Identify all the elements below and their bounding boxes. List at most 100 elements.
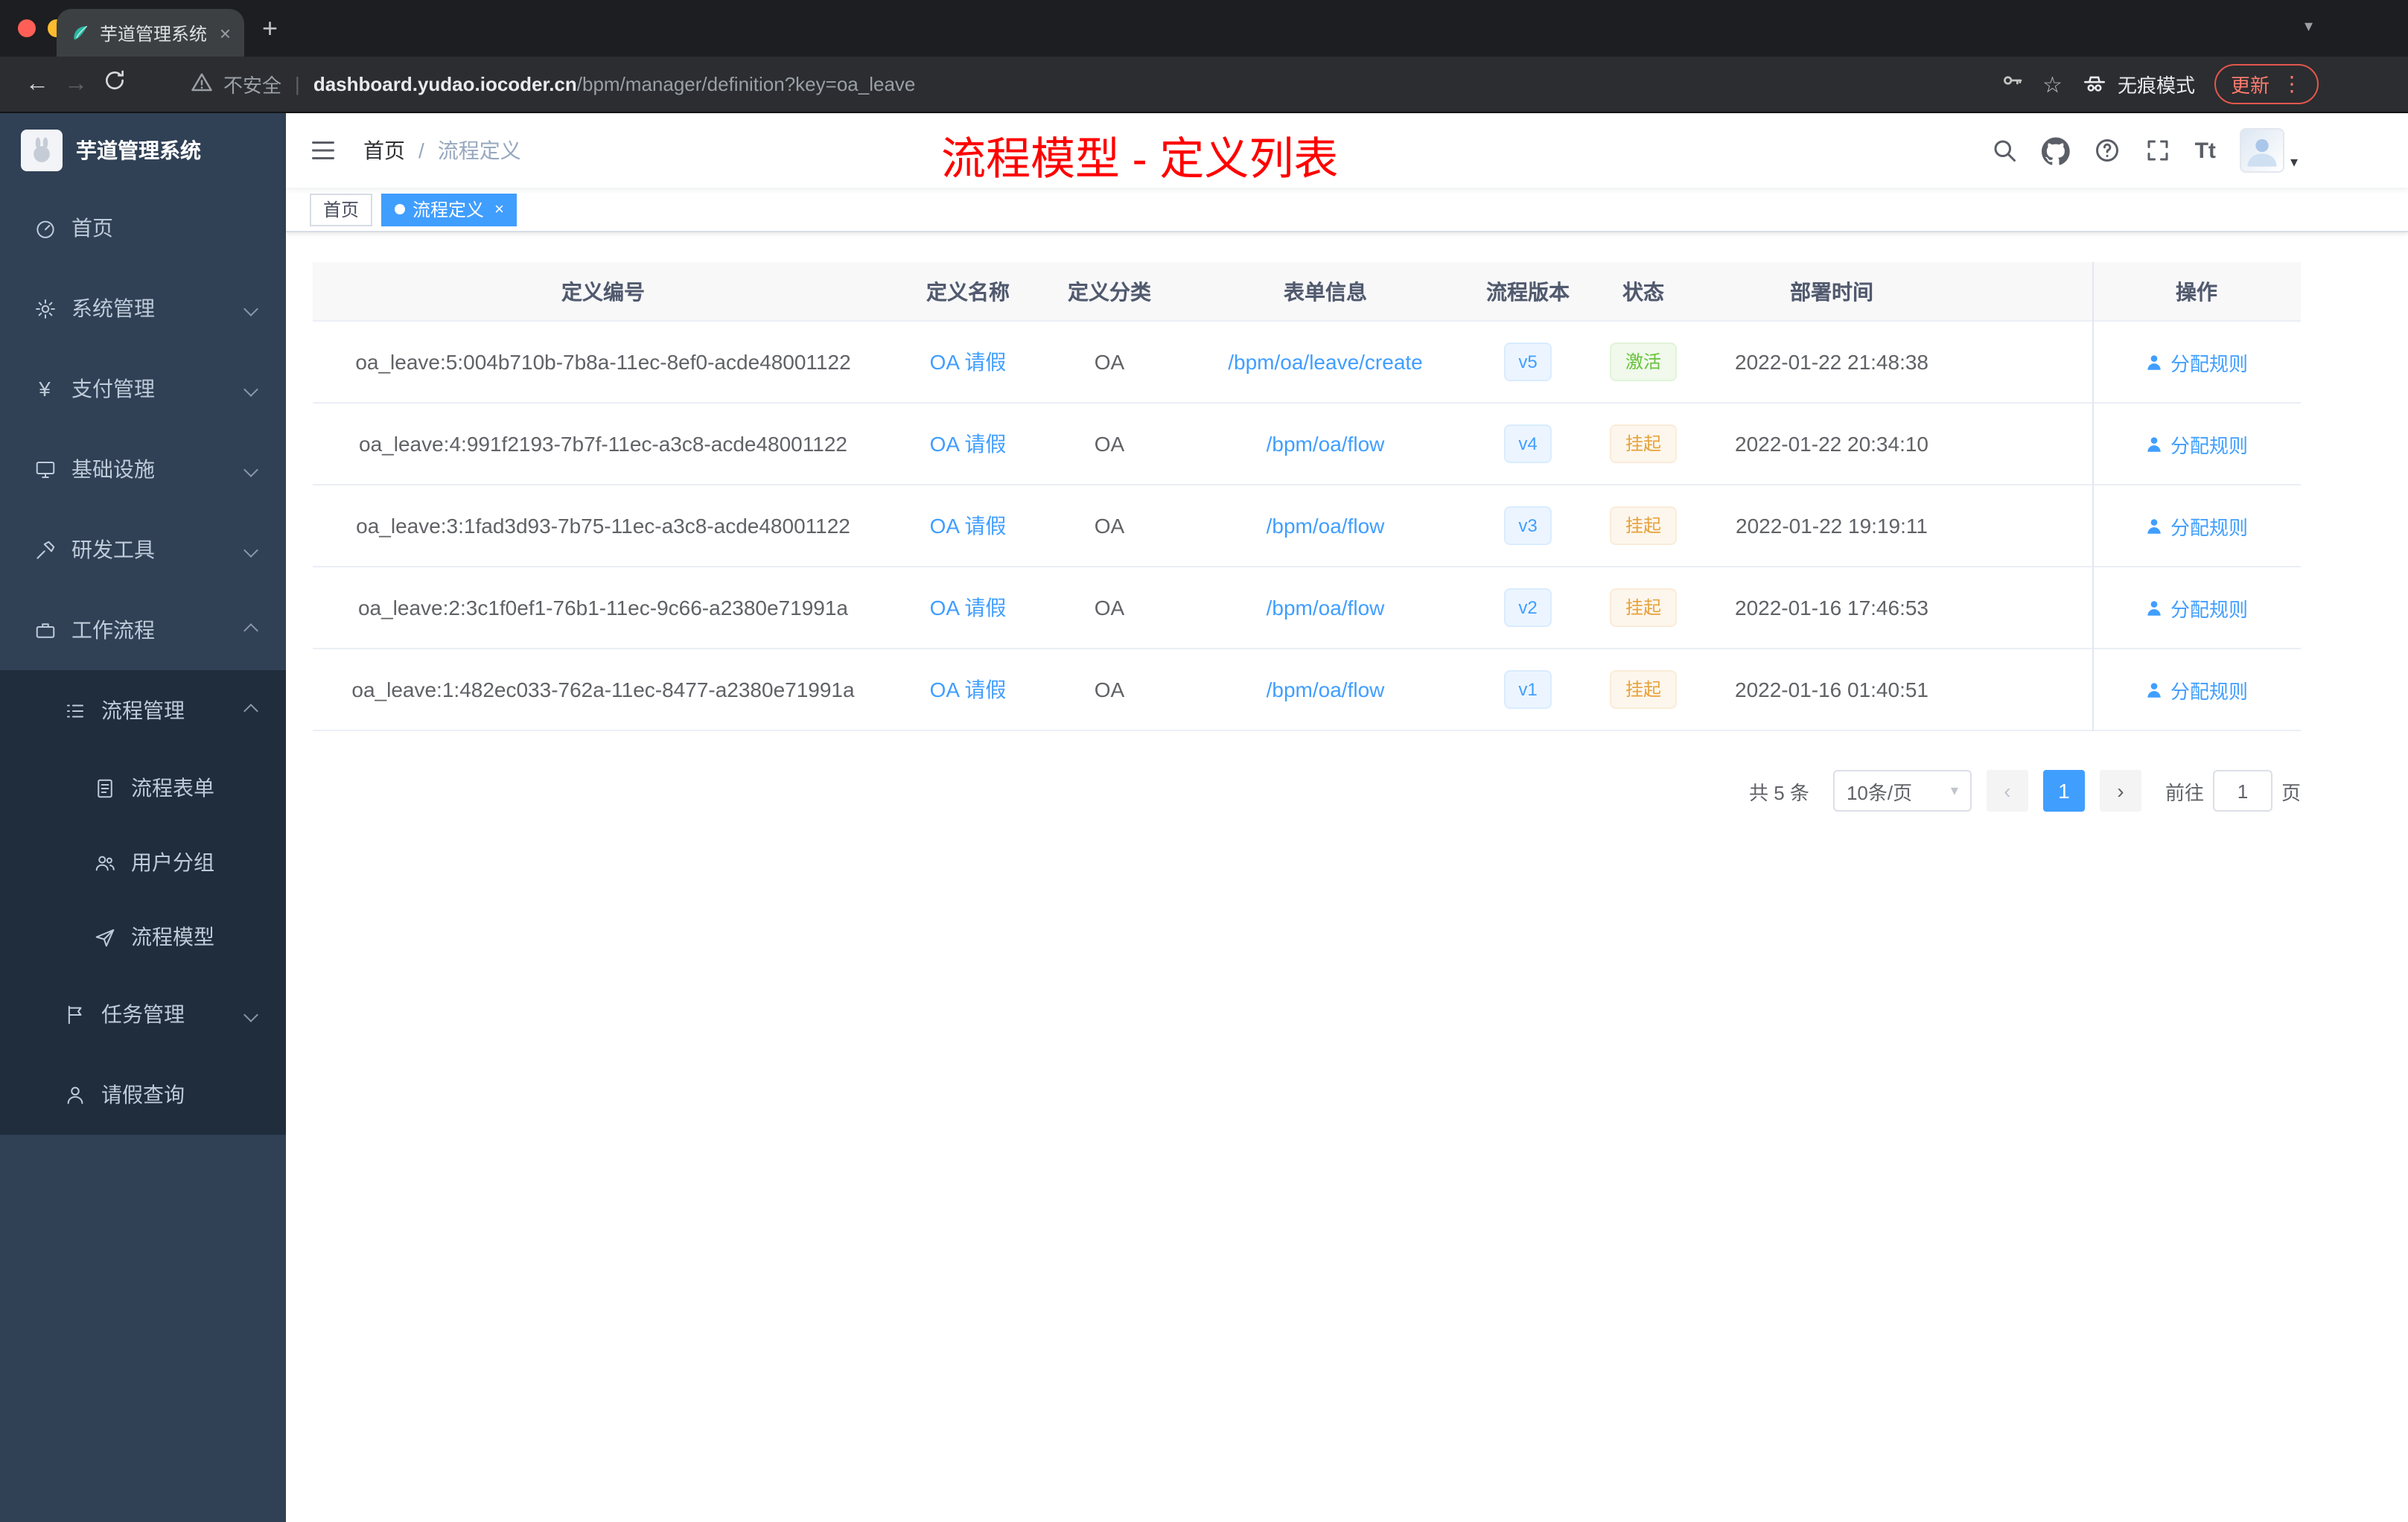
- form-link[interactable]: /bpm/oa/flow: [1267, 514, 1385, 538]
- close-window-button[interactable]: [18, 19, 36, 37]
- chevron-up-icon: [243, 623, 258, 637]
- password-key-icon[interactable]: [1999, 69, 2023, 100]
- search-icon[interactable]: [1991, 137, 2018, 164]
- browser-toolbar: ← → 不安全 | dashboard.yudao.iocoder.cn/bpm…: [0, 57, 2408, 113]
- forward-icon[interactable]: →: [57, 71, 95, 98]
- cell-time: 2022-01-16 01:40:51: [1735, 678, 1928, 701]
- back-icon[interactable]: ←: [18, 71, 57, 98]
- sidebar-item-system[interactable]: 系统管理: [0, 268, 286, 348]
- goto-unit-label: 页: [2281, 781, 2301, 803]
- col-header-id: 定义编号: [561, 279, 645, 303]
- prev-page-button[interactable]: ‹: [1986, 770, 2028, 812]
- font-size-icon[interactable]: Tt: [2195, 138, 2216, 163]
- tool-icon: [33, 538, 57, 561]
- sidebar-item-payment[interactable]: ¥ 支付管理: [0, 348, 286, 429]
- sidebar-item-process-form[interactable]: 流程表单: [0, 751, 286, 825]
- active-dot: [395, 204, 406, 214]
- assign-rule-button[interactable]: 分配规则: [2145, 430, 2248, 458]
- tag-close-icon[interactable]: ×: [494, 200, 504, 218]
- page-size-select[interactable]: 10条/页 ▾: [1832, 770, 1972, 812]
- assign-rule-button[interactable]: 分配规则: [2145, 512, 2248, 540]
- next-page-button[interactable]: ›: [2099, 770, 2141, 812]
- reload-icon[interactable]: [95, 69, 134, 100]
- version-badge: v3: [1503, 506, 1552, 545]
- assign-rule-button[interactable]: 分配规则: [2145, 675, 2248, 704]
- table-row: oa_leave:2:3c1f0ef1-76b1-11ec-9c66-a2380…: [313, 567, 2301, 649]
- definition-name-link[interactable]: OA 请假: [930, 596, 1007, 620]
- table-row: oa_leave:5:004b710b-7b8a-11ec-8ef0-acde4…: [313, 322, 2301, 404]
- goto-page-input[interactable]: [2212, 770, 2272, 812]
- breadcrumb: 首页 / 流程定义: [363, 136, 521, 165]
- sidebar-item-leave-query[interactable]: 请假查询: [0, 1054, 286, 1135]
- cell-category: OA: [1094, 514, 1125, 538]
- sidebar-item-workflow[interactable]: 工作流程: [0, 590, 286, 670]
- table-row: oa_leave:1:482ec033-762a-11ec-8477-a2380…: [313, 649, 2301, 731]
- tag-home[interactable]: 首页: [310, 193, 373, 226]
- sidebar-logo[interactable]: 芋道管理系统: [0, 113, 286, 188]
- fullscreen-icon[interactable]: [2144, 137, 2171, 164]
- form-link[interactable]: /bpm/oa/leave/create: [1228, 350, 1423, 374]
- cell-version: v4: [1474, 424, 1582, 463]
- cell-id: oa_leave:1:482ec033-762a-11ec-8477-a2380…: [351, 678, 855, 701]
- sidebar-item-process-model[interactable]: 流程模型: [0, 899, 286, 974]
- sidebar-item-task-management[interactable]: 任务管理: [0, 974, 286, 1054]
- update-label: 更新: [2230, 74, 2270, 97]
- cell-id: oa_leave:3:1fad3d93-7b75-11ec-a3c8-acde4…: [356, 514, 850, 538]
- cell-id: oa_leave:2:3c1f0ef1-76b1-11ec-9c66-a2380…: [357, 596, 848, 620]
- tag-process-definition[interactable]: 流程定义 ×: [381, 193, 517, 226]
- tab-favicon-icon: [70, 22, 91, 43]
- definition-name-link[interactable]: OA 请假: [930, 432, 1007, 456]
- person-icon: [2148, 682, 2162, 697]
- cell-version: v2: [1474, 588, 1582, 627]
- person-icon: [2148, 436, 2162, 451]
- sidebar-item-process-management[interactable]: 流程管理: [0, 670, 286, 751]
- sidebar-item-devtools[interactable]: 研发工具: [0, 509, 286, 590]
- breadcrumb-separator: /: [418, 138, 424, 162]
- chevron-down-icon: [243, 542, 258, 557]
- person-icon: [2148, 518, 2162, 533]
- definition-name-link[interactable]: OA 请假: [930, 514, 1007, 538]
- user-menu[interactable]: ▾: [2239, 128, 2298, 173]
- sidebar-item-user-group[interactable]: 用户分组: [0, 825, 286, 899]
- cell-name: OA 请假: [894, 511, 1042, 541]
- tab-search-icon[interactable]: ▾: [2305, 16, 2313, 36]
- form-link[interactable]: /bpm/oa/flow: [1267, 678, 1385, 701]
- browser-menu-icon[interactable]: ⋮: [2281, 71, 2302, 97]
- bookmark-star-icon[interactable]: ☆: [2042, 71, 2063, 98]
- new-tab-button[interactable]: +: [262, 10, 278, 46]
- address-bar[interactable]: 不安全 | dashboard.yudao.iocoder.cn/bpm/man…: [191, 70, 1999, 98]
- main-area: 首页 / 流程定义 流程模型 - 定义列表 Tt ▾ 首页 流程定义 × 定义编…: [286, 113, 2408, 1522]
- sidebar-item-home[interactable]: 首页: [0, 188, 286, 268]
- github-icon[interactable]: [2041, 136, 2070, 165]
- form-link[interactable]: /bpm/oa/flow: [1267, 596, 1385, 620]
- url-separator: |: [295, 73, 300, 95]
- assign-rule-button[interactable]: 分配规则: [2145, 348, 2248, 376]
- tab-close-icon[interactable]: ×: [220, 22, 231, 44]
- cell-actions: 分配规则: [2092, 593, 2301, 622]
- form-link[interactable]: /bpm/oa/flow: [1267, 432, 1385, 456]
- yen-icon: ¥: [39, 377, 51, 401]
- col-header-name: 定义名称: [926, 279, 1010, 303]
- cell-time: 2022-01-22 19:19:11: [1736, 514, 1928, 538]
- col-header-actions: 操作: [2176, 279, 2217, 303]
- version-badge: v4: [1503, 424, 1552, 463]
- breadcrumb-home[interactable]: 首页: [363, 136, 405, 165]
- cell-actions: 分配规则: [2092, 348, 2301, 376]
- browser-tab[interactable]: 芋道管理系统 ×: [57, 9, 244, 57]
- col-header-form: 表单信息: [1284, 279, 1367, 303]
- cell-status: 挂起: [1582, 588, 1705, 627]
- url-text: dashboard.yudao.iocoder.cn/bpm/manager/d…: [313, 73, 916, 95]
- person-icon: [2148, 354, 2162, 369]
- sidebar-toggle-icon[interactable]: [310, 137, 337, 164]
- status-badge: 挂起: [1610, 588, 1676, 627]
- cell-version: v1: [1474, 670, 1582, 709]
- browser-update-button[interactable]: 更新 ⋮: [2214, 64, 2319, 104]
- cell-name: OA 请假: [894, 347, 1042, 377]
- definition-name-link[interactable]: OA 请假: [930, 350, 1007, 374]
- sidebar-item-infrastructure[interactable]: 基础设施: [0, 429, 286, 509]
- help-icon[interactable]: [2094, 137, 2121, 164]
- page-1-button[interactable]: 1: [2042, 770, 2085, 812]
- status-badge: 挂起: [1610, 506, 1676, 545]
- assign-rule-button[interactable]: 分配规则: [2145, 593, 2248, 622]
- definition-name-link[interactable]: OA 请假: [930, 678, 1007, 701]
